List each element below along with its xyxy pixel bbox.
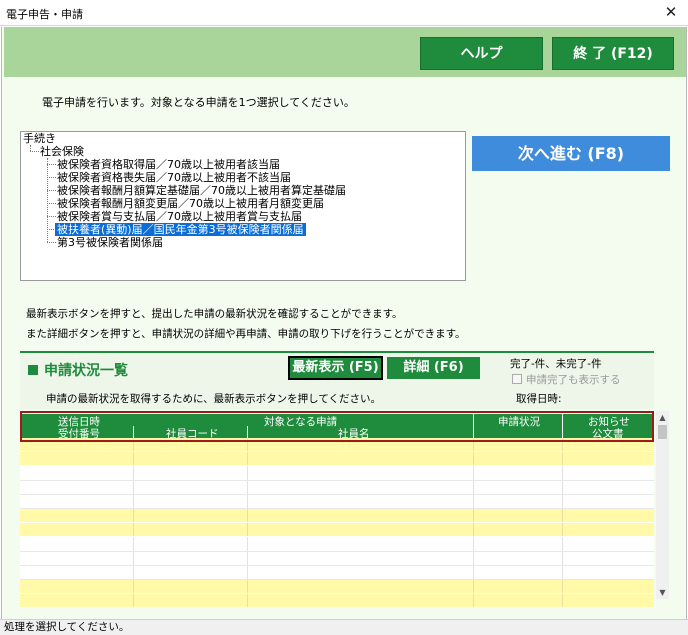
title-bar: 電子申告・申請 ✕ <box>0 0 688 26</box>
table-row[interactable] <box>20 579 654 595</box>
window-title: 電子申告・申請 <box>6 8 83 21</box>
close-icon[interactable]: ✕ <box>662 3 680 21</box>
tree-connector <box>47 164 56 165</box>
table-row[interactable] <box>20 438 654 453</box>
table-row[interactable] <box>20 551 654 566</box>
header-band: ヘルプ 終 了 (F12) <box>4 27 686 77</box>
instruction-text: 電子申請を行います。対象となる申請を1つ選択してください。 <box>42 96 355 109</box>
show-completed-label: 申請完了も表示する <box>526 374 621 386</box>
col-header-application-status: 申請状況 <box>498 416 540 428</box>
panel-note: 申請の最新状況を取得するために、最新表示ボタンを押してください。 <box>46 393 382 405</box>
scroll-thumb[interactable] <box>658 425 667 439</box>
scroll-up-icon[interactable]: ▲ <box>656 411 669 424</box>
tree-item[interactable]: 被保険者報酬月額変更届／70歳以上被用者月額変更届 <box>57 197 324 210</box>
detail-button[interactable]: 詳細 (F6) <box>387 357 480 379</box>
status-panel-title-text: 申請状況一覧 <box>44 363 128 379</box>
table-row[interactable] <box>20 565 654 580</box>
info-line-1: 最新表示ボタンを押すと、提出した申請の最新状況を確認することができます。 <box>26 308 403 320</box>
main-window: ヘルプ 終 了 (F12) 電子申請を行います。対象となる申請を1つ選択してくだ… <box>1 27 687 619</box>
table-body[interactable] <box>20 438 654 609</box>
tree-item[interactable]: 被保険者賞与支払届／70歳以上被用者賞与支払届 <box>57 210 302 223</box>
table-row[interactable] <box>20 508 654 524</box>
help-button[interactable]: ヘルプ <box>420 37 543 70</box>
status-panel: 申請状況一覧 最新表示 (F5) 詳細 (F6) 完了-件、未完了-件 申請完了… <box>20 351 654 409</box>
status-panel-title: 申請状況一覧 <box>28 360 128 380</box>
checkbox-icon[interactable] <box>512 374 522 384</box>
table-scrollbar[interactable]: ▲ ▼ <box>656 411 669 599</box>
tree-connector <box>47 242 56 243</box>
tree-connector <box>47 190 56 191</box>
table-row[interactable] <box>20 466 654 481</box>
tree-item[interactable]: 被保険者資格取得届／70歳以上被用者該当届 <box>57 158 280 171</box>
exit-button[interactable]: 終 了 (F12) <box>552 37 674 70</box>
table-row[interactable] <box>20 480 654 495</box>
table-row[interactable] <box>20 452 654 467</box>
status-table: 送信日時 対象となる申請 申請状況 お知らせ 受付番号 社員コード 社員名 公文… <box>20 414 654 609</box>
square-icon <box>28 365 38 375</box>
table-row[interactable] <box>20 523 654 538</box>
tree-connector <box>47 203 56 204</box>
tree-item[interactable]: 被保険者報酬月額算定基礎届／70歳以上被用者算定基礎届 <box>57 184 346 197</box>
tree-connector <box>47 177 56 178</box>
tree-connector <box>30 151 39 152</box>
tree-connector <box>47 216 56 217</box>
completion-counts: 完了-件、未完了-件 <box>510 358 602 370</box>
tree-item[interactable]: 被保険者資格喪失届／70歳以上被用者不該当届 <box>57 171 291 184</box>
procedure-tree[interactable]: 手続き 社会保険 被保険者資格取得届／70歳以上被用者該当届 被保険者資格喪失届… <box>20 131 466 281</box>
table-row[interactable] <box>20 594 654 609</box>
col-header-target-application: 対象となる申請 <box>264 416 338 428</box>
table-header: 送信日時 対象となる申請 申請状況 お知らせ 受付番号 社員コード 社員名 公文… <box>20 414 654 440</box>
tree-item[interactable]: 第3号被保険者関係届 <box>57 236 163 249</box>
next-button[interactable]: 次へ進む (F8) <box>472 136 670 171</box>
tree-item-selected[interactable]: 被扶養者(異動)届／国民年金第3号被保険者関係届 <box>55 223 306 236</box>
tree-group-social-insurance[interactable]: 社会保険 <box>40 145 84 158</box>
refresh-button[interactable]: 最新表示 (F5) <box>288 356 383 380</box>
acquired-datetime-label: 取得日時: <box>516 393 562 405</box>
tree-root[interactable]: 手続き <box>23 132 56 145</box>
show-completed-checkbox[interactable]: 申請完了も表示する <box>512 372 621 387</box>
table-row[interactable] <box>20 537 654 552</box>
info-line-2: また詳細ボタンを押すと、申請状況の詳細や再申請、申請の取り下げを行うことができま… <box>26 328 466 340</box>
table-row[interactable] <box>20 494 654 509</box>
scroll-down-icon[interactable]: ▼ <box>656 586 669 599</box>
status-bar: 処理を選択してください。 <box>0 619 688 635</box>
